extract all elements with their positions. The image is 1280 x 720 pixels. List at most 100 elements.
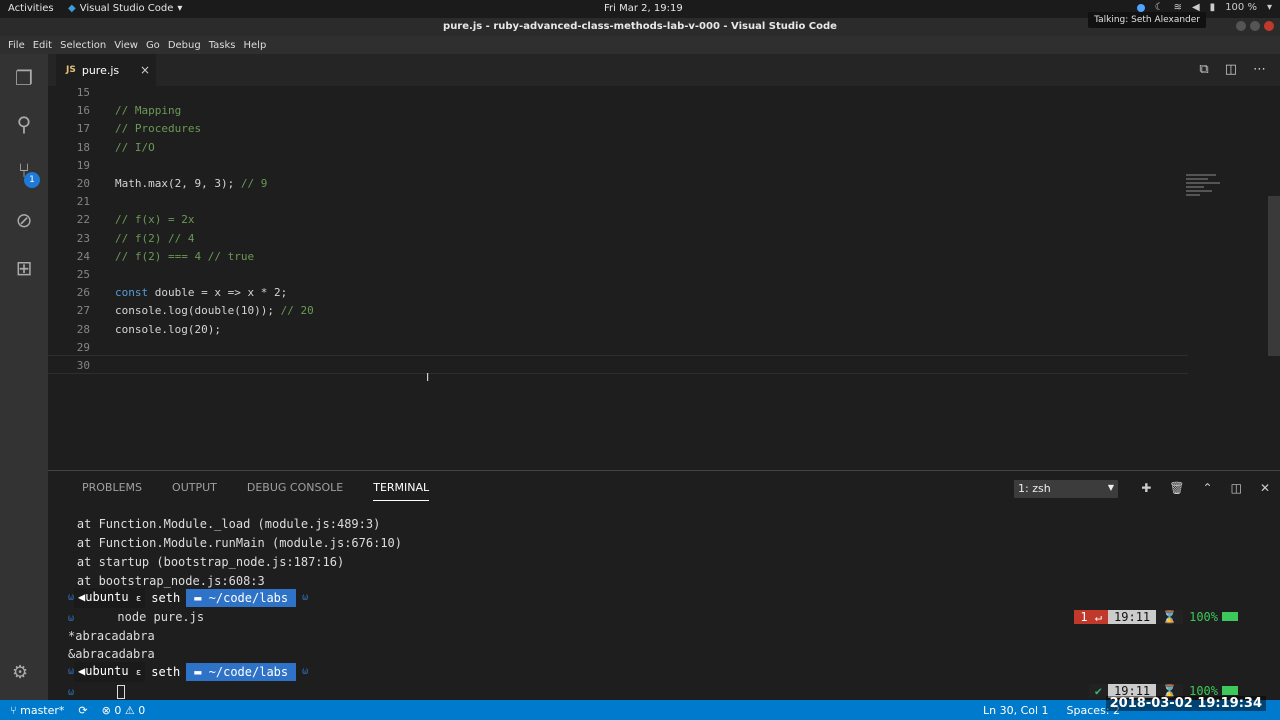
line-number: 18 xyxy=(76,140,90,154)
exit-code: 1 ↵ xyxy=(1074,610,1109,624)
clock[interactable]: Fri Mar 2, 19:19 xyxy=(604,3,683,14)
terminal-select[interactable]: 1: zsh ▼ xyxy=(1014,480,1118,498)
tab-pure-js[interactable]: JS pure.js × xyxy=(56,54,156,86)
minimize-button[interactable] xyxy=(1236,21,1246,31)
chevron-down-icon: ▾ xyxy=(177,3,183,14)
menu-debug[interactable]: Debug xyxy=(168,40,201,51)
prompt-os: ◀ubuntu ε xyxy=(74,662,146,682)
code-line: 18 // I/O xyxy=(48,139,1188,157)
split-panel-icon[interactable]: ◫ xyxy=(1231,481,1242,495)
menu-go[interactable]: Go xyxy=(146,40,160,51)
app-menu[interactable]: ◆ Visual Studio Code ▾ xyxy=(68,3,182,14)
talking-tooltip: Talking: Seth Alexander xyxy=(1088,12,1206,28)
code-token: double = x => x * 2; xyxy=(148,286,288,300)
hourglass-icon: ⌛ xyxy=(1156,610,1184,624)
prompt-dir: ▬ ~/code/labs xyxy=(186,589,297,607)
close-window-button[interactable] xyxy=(1264,21,1274,31)
inline-comment: // 20 xyxy=(280,304,314,318)
minimap[interactable] xyxy=(1186,174,1224,214)
code-text: const double = x => x * 2; xyxy=(115,284,287,302)
maximize-button[interactable] xyxy=(1250,21,1260,31)
code-text: console.log(double(10)); // 20 xyxy=(115,302,314,320)
inline-comment: // 9 xyxy=(240,177,268,190)
code-line: 24 // f(2) === 4 // true xyxy=(48,248,1188,266)
bottom-panel: PROBLEMS OUTPUT DEBUG CONSOLE TERMINAL 1: z… xyxy=(48,470,1280,700)
vscode-icon: ◆ xyxy=(68,3,76,14)
menu-tasks[interactable]: Tasks xyxy=(209,40,236,51)
stack-line: at startup (bootstrap_node.js:187:16) xyxy=(48,555,345,569)
line-number: 22 xyxy=(76,213,90,227)
prompt-glyph-icon: ω xyxy=(296,592,309,603)
scm-badge: 1 xyxy=(24,172,40,188)
plus-icon[interactable]: ✚ xyxy=(1141,481,1151,495)
close-icon[interactable]: × xyxy=(140,63,150,77)
prompt-os: ◀ubuntu ε xyxy=(74,588,146,608)
right-status-1: 1 ↵ 19:11 ⌛ 100% xyxy=(1074,608,1244,626)
gear-icon[interactable]: ⚙ xyxy=(12,662,28,683)
keyword: const xyxy=(115,286,149,300)
chevron-down-icon: ▼ xyxy=(1107,483,1114,492)
code-line: 15 xyxy=(48,84,1188,102)
code-token: // Procedures xyxy=(115,122,202,136)
code-line: 16 // Mapping xyxy=(48,102,1188,120)
activities-button[interactable]: Activities xyxy=(8,3,54,14)
search-icon[interactable]: ⚲ xyxy=(12,112,36,136)
menu-selection[interactable]: Selection xyxy=(60,40,106,51)
text-cursor-icon: I xyxy=(426,371,430,384)
editor-tabs: JS pure.js × xyxy=(48,54,1280,86)
explorer-icon[interactable]: ❐ xyxy=(12,66,36,90)
tab-problems[interactable]: PROBLEMS xyxy=(82,481,142,501)
cursor-position[interactable]: Ln 30, Col 1 xyxy=(983,704,1049,717)
more-actions-icon[interactable]: ⋯ xyxy=(1253,62,1266,77)
problems-indicator[interactable]: ⊗ 0 ⚠ 0 xyxy=(102,704,146,717)
tab-debug-console[interactable]: DEBUG CONSOLE xyxy=(247,481,343,501)
sync-icon[interactable]: ⟳ xyxy=(78,704,87,717)
line-number: 27 xyxy=(76,304,90,318)
close-icon[interactable]: ✕ xyxy=(1260,481,1270,495)
code-text: // f(x) = 2x xyxy=(115,211,194,229)
editor-scrollbar[interactable] xyxy=(1268,196,1280,356)
line-number: 23 xyxy=(76,231,90,245)
app-name: Visual Studio Code xyxy=(79,3,174,14)
code-text: // f(2) === 4 // true xyxy=(115,248,254,266)
code-line: 17 // Procedures xyxy=(48,120,1188,138)
branch-indicator[interactable]: ⑂ master* xyxy=(10,704,64,717)
open-preview-icon[interactable]: ⧉ xyxy=(1199,62,1208,77)
chevron-up-icon[interactable]: ⌃ xyxy=(1203,481,1213,495)
code-line: 23 // f(2) // 4 xyxy=(48,230,1188,248)
tab-output[interactable]: OUTPUT xyxy=(172,481,217,501)
code-editor[interactable]: 15 16 // Mapping 17 // Procedures 18 // I/O 19 2… xyxy=(48,86,1280,470)
tab-terminal[interactable]: TERMINAL xyxy=(373,481,430,501)
status-bar: ⑂ master* ⟳ ⊗ 0 ⚠ 0 Ln 30, Col 1 Spaces:… xyxy=(0,700,1280,720)
activity-bar: ❐ ⚲ ⑂ 1 ⊘ ⊞ xyxy=(0,54,48,700)
status-dot-icon xyxy=(1136,3,1145,12)
output-line: &abracadabra xyxy=(68,647,155,661)
command-line: ω node pure.js xyxy=(68,610,205,624)
code-token: // f(x) = 2x xyxy=(115,213,195,227)
recording-timestamp: 2018-03-02 19:19:34 xyxy=(1105,696,1266,711)
menu-file[interactable]: File xyxy=(8,40,25,51)
menu-edit[interactable]: Edit xyxy=(33,40,52,51)
split-editor-icon[interactable]: ◫ xyxy=(1225,62,1237,77)
code-token: Math.max(2, 9, 3); xyxy=(115,177,241,190)
code-token: // I/O xyxy=(115,140,155,154)
line-number: 17 xyxy=(76,122,90,136)
code-line: 21 xyxy=(48,193,1188,211)
prompt-dir: ▬ ~/code/labs xyxy=(186,663,297,681)
prompt-user: seth xyxy=(151,591,181,605)
prompt-glyph-icon: ω xyxy=(296,666,309,677)
stack-line: at Function.Module._load (module.js:489:… xyxy=(48,517,381,531)
prompt-line: ω ◀ubuntu ε seth ▬ ~/code/labs ω xyxy=(68,662,309,682)
code-line: 22 // f(x) = 2x xyxy=(48,211,1188,229)
extensions-icon[interactable]: ⊞ xyxy=(12,256,36,280)
warning-icon: ⚠ xyxy=(124,703,139,717)
debug-icon[interactable]: ⊘ xyxy=(12,208,36,232)
menu-help[interactable]: Help xyxy=(244,40,267,51)
menu-view[interactable]: View xyxy=(114,40,138,51)
input-line: ω xyxy=(68,682,126,700)
code-token: console.log(double(10)); xyxy=(115,304,281,318)
trash-icon[interactable]: 🗑 xyxy=(1169,481,1184,495)
code-text: // Procedures xyxy=(115,120,201,138)
code-text: // I/O xyxy=(115,139,155,157)
prompt-user: seth xyxy=(151,665,181,679)
